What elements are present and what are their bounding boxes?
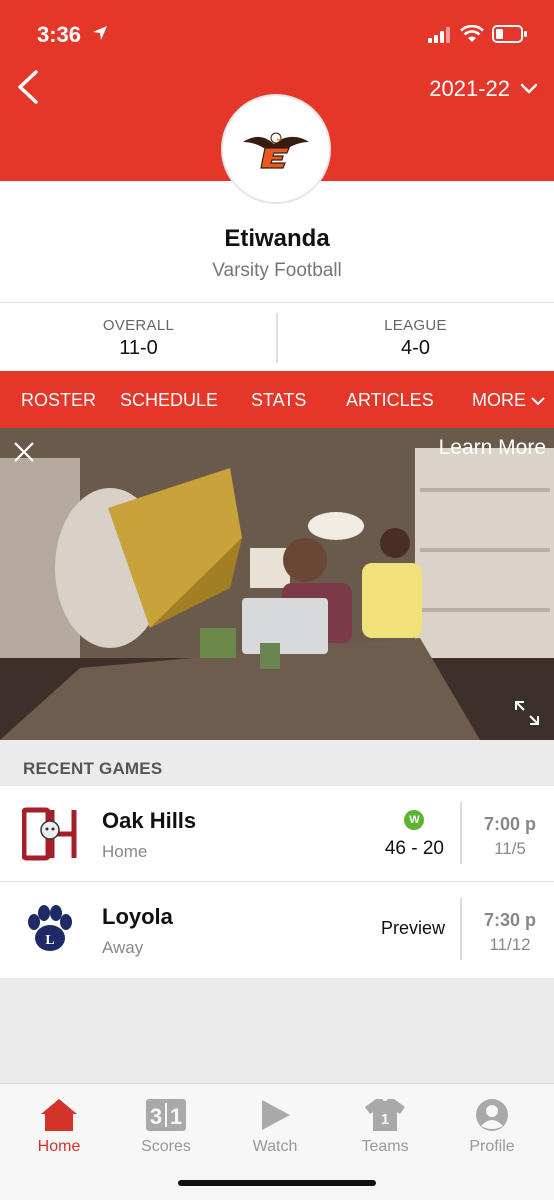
nav-home[interactable]: Home (4, 1094, 114, 1156)
svg-text:1: 1 (170, 1104, 182, 1129)
opponent-name: Loyola (102, 904, 173, 929)
overall-record: OVERALL 11-0 (0, 303, 277, 360)
game-result: W 46 - 20 (385, 810, 444, 860)
nav-profile-label: Profile (469, 1138, 515, 1155)
jersey-icon: 1 (365, 1099, 405, 1131)
nav-home-label: Home (37, 1138, 81, 1155)
tab-stats[interactable]: STATS (251, 390, 306, 411)
league-value: 4-0 (401, 337, 430, 359)
team-sport: Varsity Football (212, 260, 342, 281)
recent-games-title: RECENT GAMES (23, 759, 163, 778)
video-frame (0, 428, 554, 740)
home-icon (41, 1099, 77, 1131)
nav-profile[interactable]: Profile (437, 1094, 547, 1156)
overall-label: OVERALL (102, 317, 175, 334)
game-time: 7:30 p 11/12 (484, 910, 536, 955)
game-row-oak-hills[interactable]: Oak Hills Home W 46 - 20 7:00 p 11/5 (0, 786, 554, 882)
nav-teams-label: Teams (361, 1138, 409, 1155)
close-icon[interactable] (12, 440, 36, 464)
game-time-value: 7:30 p (483, 910, 536, 930)
svg-text:3: 3 (150, 1104, 162, 1129)
nav-scores-label: Scores (141, 1138, 191, 1155)
cellular-signal-icon (428, 27, 450, 43)
game-preview-status: Preview (380, 918, 445, 938)
team-record: OVERALL 11-0 LEAGUE 4-0 (0, 302, 554, 371)
learn-more-link[interactable]: Learn More (439, 436, 546, 460)
chevron-down-icon (520, 83, 538, 94)
oak-hills-logo (22, 807, 77, 861)
tab-more[interactable]: MORE (472, 390, 546, 411)
loyola-logo: L (28, 905, 72, 951)
status-time: 3:36 (37, 22, 82, 47)
row-divider (460, 898, 462, 960)
game-score: 46 - 20 (384, 838, 444, 859)
overall-value: 11-0 (119, 337, 158, 359)
play-icon (262, 1100, 290, 1130)
season-selector[interactable]: 2021-22 (429, 76, 538, 102)
tab-roster[interactable]: ROSTER (21, 390, 96, 411)
team-name: Etiwanda (224, 225, 330, 252)
recent-games-header: RECENT GAMES (0, 740, 554, 786)
tab-more-label: MORE (472, 390, 526, 410)
game-location: Home (102, 842, 148, 861)
home-indicator (178, 1180, 376, 1186)
league-label: LEAGUE (384, 317, 447, 334)
game-row-loyola[interactable]: L Loyola Away Preview 7:30 p 11/12 (0, 882, 554, 978)
nav-watch-label: Watch (252, 1138, 298, 1155)
svg-text:1: 1 (381, 1111, 389, 1128)
scoreboard-icon: 3 1 (146, 1099, 186, 1131)
svg-text:L: L (45, 933, 54, 948)
game-date: 11/5 (494, 839, 526, 858)
win-badge: W (404, 810, 425, 830)
chevron-down-icon (531, 396, 545, 405)
profile-icon (476, 1099, 508, 1131)
team-logo (221, 94, 331, 204)
eagle-logo-icon (243, 132, 309, 169)
season-label: 2021-22 (429, 76, 510, 101)
game-time: 7:00 p 11/5 (484, 814, 536, 859)
expand-icon[interactable] (514, 700, 540, 726)
nav-teams[interactable]: 1 Teams (330, 1094, 440, 1156)
opponent-name: Oak Hills (102, 808, 197, 833)
location-arrow-icon (93, 26, 107, 40)
back-chevron-icon[interactable] (14, 68, 44, 106)
status-bar: 3:36 (0, 0, 554, 70)
nav-scores[interactable]: 3 1 Scores (111, 1094, 221, 1156)
game-time-value: 7:00 p (483, 814, 536, 834)
tab-schedule[interactable]: SCHEDULE (120, 390, 218, 411)
game-date: 11/12 (489, 935, 531, 954)
team-tabs: ROSTER SCHEDULE STATS ARTICLES MORE (0, 371, 554, 428)
video-ad[interactable]: Learn More (0, 428, 554, 740)
league-record: LEAGUE 4-0 (277, 303, 554, 360)
row-divider (460, 802, 462, 864)
game-location: Away (102, 938, 144, 957)
wifi-icon (460, 25, 484, 42)
tab-articles[interactable]: ARTICLES (346, 390, 434, 411)
nav-watch[interactable]: Watch (220, 1094, 330, 1156)
battery-icon (492, 25, 527, 43)
